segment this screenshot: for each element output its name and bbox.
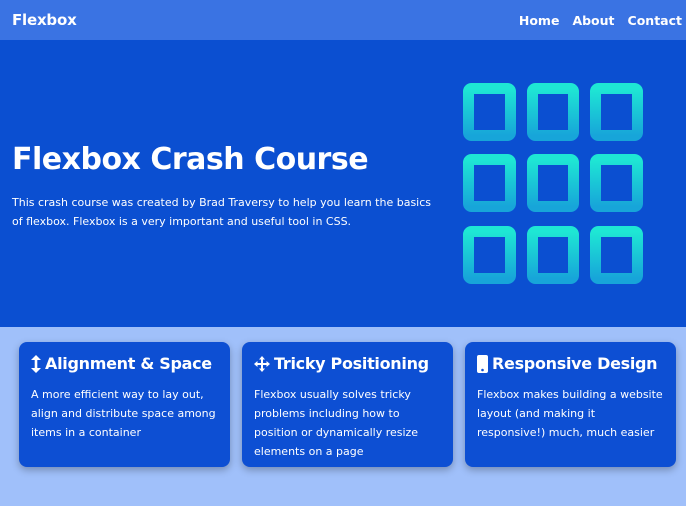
nav-link-home[interactable]: Home bbox=[519, 13, 560, 28]
arrows-move-icon bbox=[254, 355, 270, 372]
feature-text: A more efficient way to lay out, align a… bbox=[31, 388, 216, 439]
grid-icon bbox=[463, 83, 643, 284]
feature-card-responsive: Responsive Design Flexbox makes building… bbox=[465, 342, 676, 467]
feature-card-alignment: Alignment & Space A more efficient way t… bbox=[19, 342, 230, 467]
hero-title: Flexbox Crash Course bbox=[12, 142, 369, 177]
feature-text: Flexbox makes building a website layout … bbox=[477, 388, 663, 439]
navbar: Flexbox Home About Contact bbox=[0, 0, 686, 40]
feature-text: Flexbox usually solves tricky problems i… bbox=[254, 388, 419, 458]
nav-link-about[interactable]: About bbox=[572, 13, 614, 28]
arrows-vertical-icon bbox=[31, 354, 41, 373]
feature-card-positioning: Tricky Positioning Flexbox usually solve… bbox=[242, 342, 453, 467]
nav-links: Home About Contact bbox=[519, 13, 682, 28]
hero-text: This crash course was created by Brad Tr… bbox=[12, 196, 432, 228]
hero-section: Flexbox Crash Course This crash course w… bbox=[0, 40, 686, 327]
feature-title: Alignment & Space bbox=[45, 354, 212, 373]
feature-title: Tricky Positioning bbox=[274, 354, 429, 373]
features-section: Alignment & Space A more efficient way t… bbox=[0, 327, 686, 506]
mobile-icon bbox=[477, 354, 488, 373]
nav-link-contact[interactable]: Contact bbox=[628, 13, 682, 28]
logo[interactable]: Flexbox bbox=[12, 11, 77, 29]
feature-title: Responsive Design bbox=[492, 354, 658, 373]
